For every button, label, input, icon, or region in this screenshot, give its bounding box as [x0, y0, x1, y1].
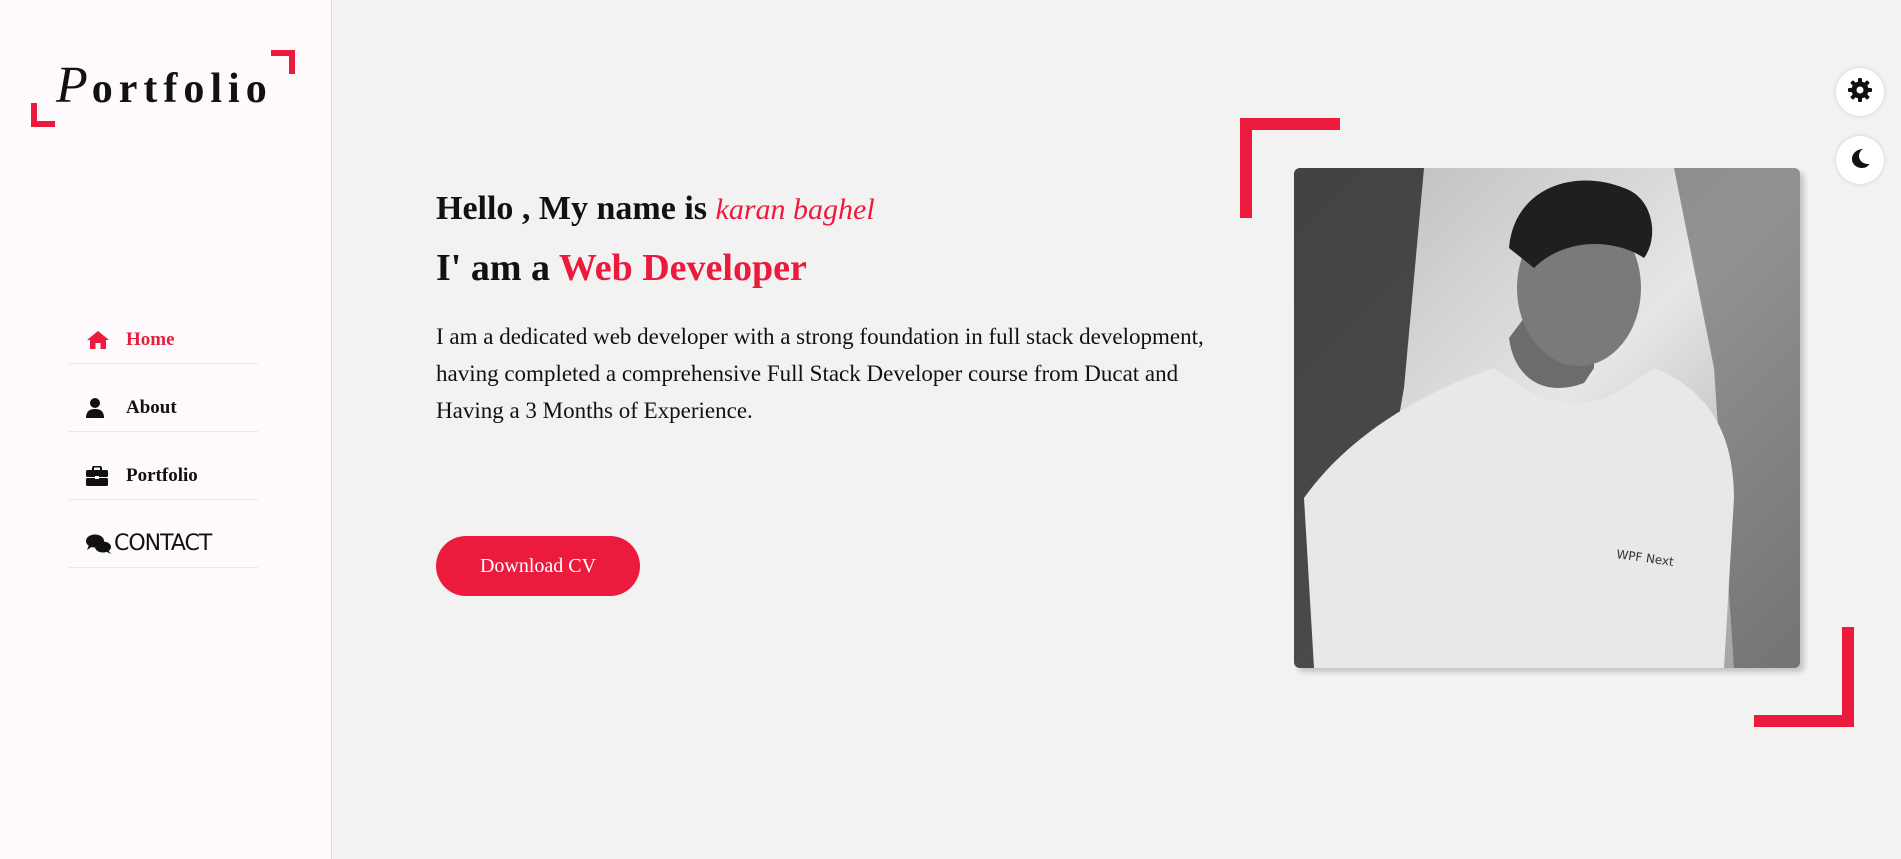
gear-icon [1847, 77, 1873, 108]
logo-corner-bottom-left [31, 103, 55, 127]
greeting-heading: Hello , My name is karan baghel [436, 190, 875, 227]
theme-toggle-button[interactable] [1836, 136, 1884, 184]
sidebar: Portfolio Home About Portfolio CONTACT [0, 0, 332, 859]
profile-photo-frame: WPF Next [1240, 118, 1854, 727]
logo-corner-top-right [271, 50, 295, 74]
nav-item-label: Home [126, 328, 175, 350]
download-cv-button[interactable]: Download CV [436, 536, 640, 596]
moon-icon [1849, 147, 1871, 174]
nav-item-portfolio[interactable]: Portfolio [68, 452, 258, 500]
logo-text: Portfolio [56, 57, 273, 114]
nav-item-about[interactable]: About [68, 384, 258, 432]
logo[interactable]: Portfolio [31, 50, 295, 130]
main-nav: Home About Portfolio CONTACT [68, 316, 258, 588]
role-heading: I' am a Web Developer [436, 247, 807, 289]
user-icon [86, 397, 110, 419]
hero-section: Hello , My name is karan baghel I' am a … [436, 190, 1236, 596]
profile-photo: WPF Next [1294, 168, 1800, 668]
nav-item-home[interactable]: Home [68, 316, 258, 364]
nav-item-contact[interactable]: CONTACT [68, 520, 258, 568]
settings-button[interactable] [1836, 68, 1884, 116]
owner-name: karan baghel [715, 193, 875, 226]
nav-item-label: About [126, 396, 177, 418]
nav-item-label: Portfolio [126, 464, 198, 486]
role-title: Web Developer [558, 247, 807, 289]
comments-icon [86, 533, 114, 555]
briefcase-icon [86, 465, 110, 487]
home-icon [86, 329, 110, 351]
nav-item-label: CONTACT [114, 531, 212, 556]
intro-paragraph: I am a dedicated web developer with a st… [436, 324, 1204, 423]
